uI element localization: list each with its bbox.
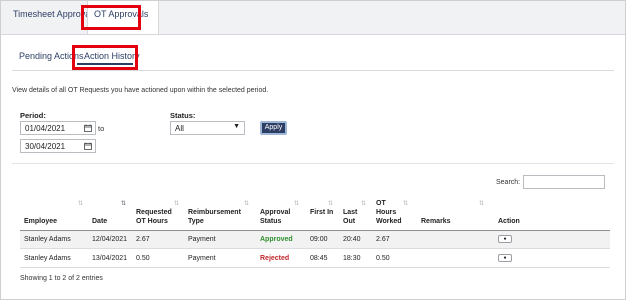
search-label: Search: — [496, 179, 521, 186]
cell-ot-hours-worked: 2.67 — [376, 236, 390, 243]
sort-icon[interactable]: ⇅ — [361, 200, 366, 207]
table-row: Stanley Adams 13/04/2021 0.50 Payment Re… — [20, 250, 610, 268]
cell-approval-status: Approved — [260, 236, 293, 243]
status-select-value: All — [175, 124, 184, 133]
search-input[interactable] — [523, 175, 605, 189]
cell-requested-ot-hours: 2.67 — [136, 236, 150, 243]
sort-icon[interactable]: ⇅ — [174, 200, 179, 207]
status-select[interactable]: All ▼ — [170, 121, 245, 135]
cell-approval-status: Rejected — [260, 255, 290, 262]
col-header-requested-ot-hours[interactable]: Requested OT Hours — [136, 208, 180, 226]
from-date-value: 01/04/2021 — [25, 124, 66, 133]
cell-ot-hours-worked: 0.50 — [376, 255, 390, 262]
highlight-box-action-history — [72, 45, 138, 70]
cell-last-out: 18:30 — [343, 255, 361, 262]
chevron-down-icon: ▼ — [233, 123, 240, 130]
sort-icon[interactable]: ⇅ — [479, 200, 484, 207]
to-separator: to — [98, 124, 105, 133]
cell-employee: Stanley Adams — [24, 255, 71, 262]
col-header-date[interactable]: Date — [92, 217, 107, 226]
cell-date: 12/04/2021 — [92, 236, 128, 243]
table-info: Showing 1 to 2 of 2 entries — [20, 275, 103, 282]
col-header-first-in[interactable]: First In — [310, 208, 334, 217]
col-header-ot-hours-worked[interactable]: OT Hours Worked — [376, 199, 406, 226]
sub-tab-divider — [12, 70, 614, 71]
to-date-input[interactable]: 30/04/2021 — [20, 139, 96, 153]
view-eye-icon[interactable]: ● — [498, 235, 512, 243]
sort-icon[interactable]: ⇅ — [244, 200, 249, 207]
view-eye-icon[interactable]: ● — [498, 254, 512, 262]
sort-icon[interactable]: ⇅ — [328, 200, 333, 207]
sort-icon[interactable]: ⇅ — [403, 200, 408, 207]
cell-reimbursement-type: Payment — [188, 255, 216, 262]
apply-button[interactable]: Apply — [260, 121, 287, 135]
cell-reimbursement-type: Payment — [188, 236, 216, 243]
cell-employee: Stanley Adams — [24, 236, 71, 243]
sort-icon[interactable]: ⇅ — [294, 200, 299, 207]
cell-first-in: 08:45 — [310, 255, 328, 262]
calendar-icon[interactable] — [84, 124, 92, 132]
cell-first-in: 09:00 — [310, 236, 328, 243]
highlight-box-ot-approvals — [81, 5, 141, 30]
col-header-action: Action — [498, 218, 520, 225]
col-header-approval-status[interactable]: Approval Status — [260, 208, 300, 226]
col-header-employee[interactable]: Employee — [24, 217, 57, 226]
calendar-icon[interactable] — [84, 142, 92, 150]
cell-date: 13/04/2021 — [92, 255, 128, 262]
col-header-last-out[interactable]: Last Out — [343, 208, 367, 226]
status-label: Status: — [170, 111, 196, 120]
sort-icon[interactable]: ⇅ — [78, 200, 83, 207]
table-row: Stanley Adams 12/04/2021 2.67 Payment Ap… — [20, 231, 610, 249]
page-description: View details of all OT Requests you have… — [12, 87, 269, 94]
to-date-value: 30/04/2021 — [25, 142, 66, 151]
cell-requested-ot-hours: 0.50 — [136, 255, 150, 262]
col-header-reimbursement-type[interactable]: Reimbursement Type — [188, 208, 246, 226]
period-label: Period: — [20, 111, 46, 120]
sort-icon[interactable]: ⇅ — [121, 200, 126, 207]
from-date-input[interactable]: 01/04/2021 — [20, 121, 96, 135]
section-divider — [12, 163, 614, 164]
col-header-remarks[interactable]: Remarks — [421, 217, 451, 226]
cell-last-out: 20:40 — [343, 236, 361, 243]
